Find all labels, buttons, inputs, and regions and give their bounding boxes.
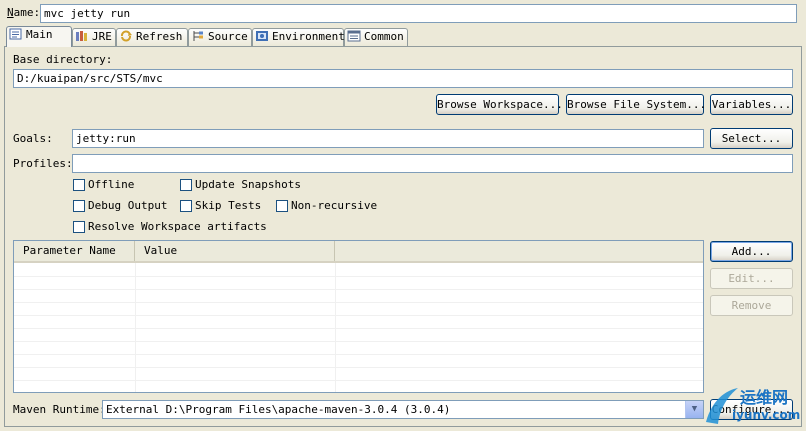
tab-common[interactable]: Common (344, 28, 408, 46)
non-recursive-checkbox[interactable] (276, 200, 288, 212)
watermark-text: 运维网 (740, 388, 789, 407)
non-recursive-label: Non-recursive (291, 199, 378, 212)
browse-file-system-button[interactable]: Browse File System... (566, 94, 706, 115)
watermark-subtext: iyunv.com (732, 408, 801, 422)
profiles-label: Profiles: (13, 157, 73, 170)
update-snapshots-label: Update Snapshots (195, 178, 301, 191)
resolve-workspace-label: Resolve Workspace artifacts (88, 220, 267, 233)
tab-jre[interactable]: JRE (72, 28, 116, 46)
resolve-workspace-checkbox[interactable] (73, 221, 85, 233)
environment-icon (255, 30, 269, 42)
watermark-logo: 运维网 iyunv.com (702, 382, 802, 428)
offline-label: Offline (88, 178, 135, 191)
goals-label: Goals: (13, 132, 53, 145)
table-row-line (14, 328, 703, 329)
tab-environment[interactable]: Environment (252, 28, 345, 46)
name-input[interactable]: mvc jetty run (40, 4, 797, 23)
debug-output-checkbox[interactable] (73, 200, 85, 212)
edit-parameter-button[interactable]: Edit... (710, 268, 793, 289)
goals-input[interactable]: jetty:run (72, 129, 704, 148)
select-goals-button[interactable]: Select... (710, 128, 793, 149)
browse-workspace-button[interactable]: Browse Workspace... (436, 94, 563, 115)
skip-tests-checkbox[interactable] (180, 200, 192, 212)
remove-parameter-button[interactable]: Remove (710, 295, 793, 316)
jre-library-icon (75, 30, 89, 42)
maven-runtime-select[interactable]: External D:\Program Files\apache-maven-3… (102, 400, 704, 419)
maven-runtime-label: Maven Runtime: (13, 403, 106, 416)
base-directory-input[interactable]: D:/kuaipan/src/STS/mvc (13, 69, 793, 88)
chevron-down-icon[interactable]: ▼ (685, 401, 703, 418)
common-icon (347, 30, 361, 42)
refresh-icon (119, 30, 133, 42)
skip-tests-label: Skip Tests (195, 199, 262, 212)
profiles-input[interactable] (72, 154, 793, 173)
value-column-header[interactable]: Value (135, 241, 335, 261)
add-parameter-button[interactable]: Add... (710, 241, 793, 262)
offline-checkbox[interactable] (73, 179, 85, 191)
parameters-table-header: Parameter Name Value (14, 241, 703, 263)
base-directory-label: Base directory: (13, 53, 113, 66)
table-row-line (14, 289, 703, 290)
table-row-line (14, 341, 703, 342)
main-tab-icon (9, 28, 23, 40)
update-snapshots-checkbox[interactable] (180, 179, 192, 191)
parameters-table[interactable]: Parameter Name Value (13, 240, 704, 393)
parameter-name-column-header[interactable]: Parameter Name (14, 241, 135, 261)
maven-runtime-value: External D:\Program Files\apache-maven-3… (106, 403, 451, 416)
table-row-line (14, 315, 703, 316)
tab-refresh[interactable]: Refresh (116, 28, 188, 46)
name-label: Name: (7, 6, 41, 19)
table-row-line (14, 380, 703, 381)
source-icon (191, 30, 205, 42)
table-row-line (14, 276, 703, 277)
tab-main[interactable]: Main (6, 26, 72, 47)
variables-button[interactable]: Variables... (710, 94, 793, 115)
table-row-line (14, 354, 703, 355)
debug-output-label: Debug Output (88, 199, 168, 212)
table-row-line (14, 367, 703, 368)
table-row-line (14, 302, 703, 303)
tab-source[interactable]: Source (188, 28, 252, 46)
